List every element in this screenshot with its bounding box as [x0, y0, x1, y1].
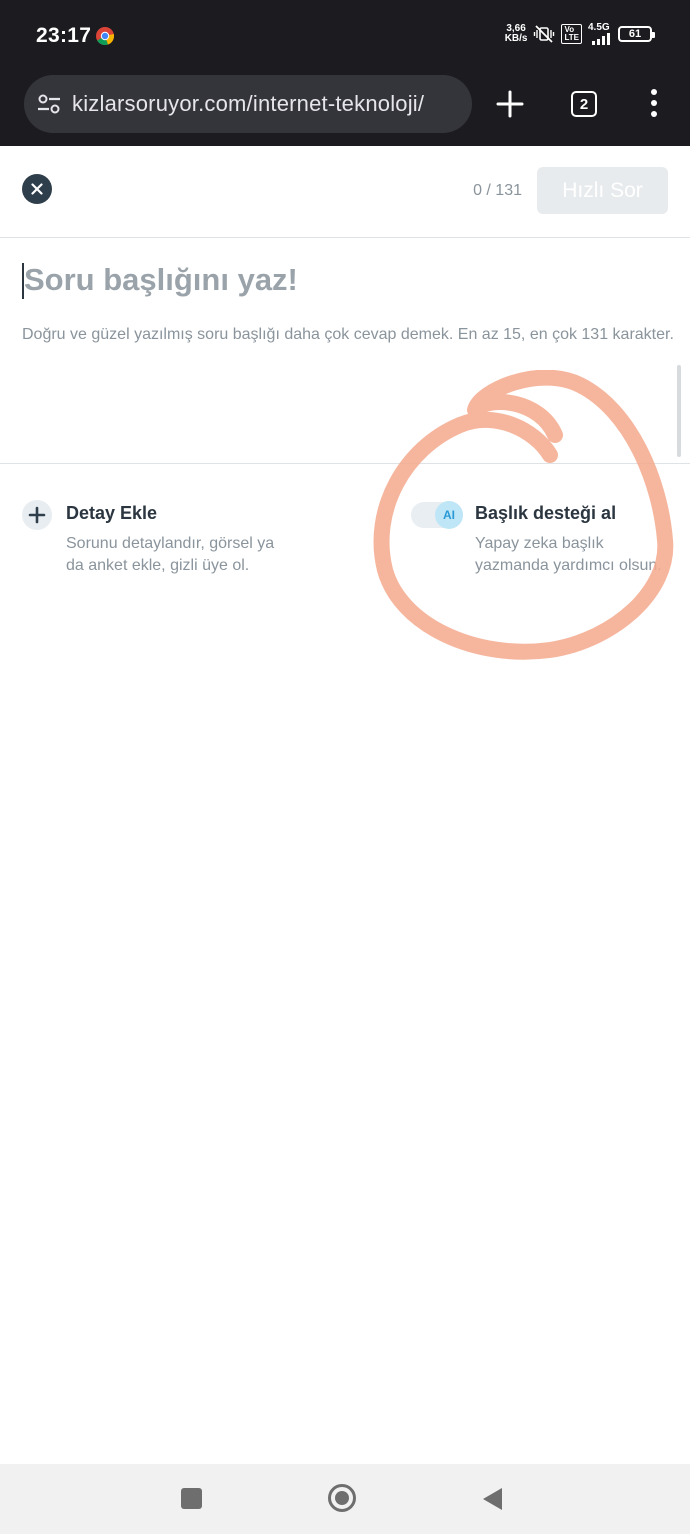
signal-group: 4.5G	[588, 22, 612, 45]
system-navigation-bar	[0, 1464, 690, 1534]
network-speed: 3,66 KB/s	[504, 22, 528, 44]
ai-title-support-description: Yapay zeka başlık yazmanda yardımcı olsu…	[475, 535, 662, 574]
status-indicators: 3,66 KB/s Vo LTE 4.5G 61	[504, 22, 655, 45]
status-time: 23:17	[36, 24, 92, 47]
add-detail-title: Detay Ekle	[66, 503, 158, 523]
scrollbar-thumb[interactable]	[677, 365, 681, 457]
recents-icon[interactable]	[181, 1488, 202, 1509]
signal-icon	[592, 33, 610, 45]
url-text[interactable]: kizlarsoruyor.com/internet-teknoloji/	[72, 91, 424, 117]
plus-icon	[22, 500, 52, 530]
quick-ask-button[interactable]: Hızlı Sor	[537, 167, 668, 214]
ai-icon: AI	[435, 501, 463, 529]
new-tab-button[interactable]	[494, 88, 526, 120]
back-icon[interactable]	[480, 1486, 504, 1512]
title-hint: Doğru ve güzel yazılmış soru başlığı dah…	[22, 326, 674, 343]
question-title-field[interactable]: Soru başlığını yaz! Doğru ve güzel yazıl…	[0, 238, 690, 464]
volte-badge: Vo LTE	[561, 23, 582, 44]
tab-switcher-button[interactable]: 2	[571, 91, 597, 117]
vibrate-off-icon	[534, 24, 555, 43]
close-button[interactable]	[22, 174, 52, 204]
more-menu-icon[interactable]	[644, 86, 664, 120]
character-counter: 0 / 131	[473, 182, 522, 199]
status-bar: 23:17 3,66 KB/s Vo LTE 4.5G 61	[0, 0, 690, 70]
chrome-icon	[96, 27, 114, 45]
battery-icon: 61	[618, 25, 655, 42]
address-bar[interactable]: kizlarsoruyor.com/internet-teknoloji/	[24, 75, 472, 133]
home-icon[interactable]	[327, 1483, 357, 1513]
site-settings-icon[interactable]	[36, 91, 62, 117]
close-icon	[31, 183, 43, 195]
ai-toggle[interactable]: AI	[411, 501, 463, 529]
network-type: 4.5G	[588, 22, 610, 33]
browser-toolbar: kizlarsoruyor.com/internet-teknoloji/ 2	[0, 70, 690, 146]
question-header: 0 / 131 Hızlı Sor	[0, 146, 690, 238]
ai-title-support-title: Başlık desteği al	[475, 503, 617, 523]
title-placeholder: Soru başlığını yaz!	[24, 262, 298, 297]
add-detail-description: Sorunu detaylandır, görsel ya da anket e…	[66, 535, 275, 574]
